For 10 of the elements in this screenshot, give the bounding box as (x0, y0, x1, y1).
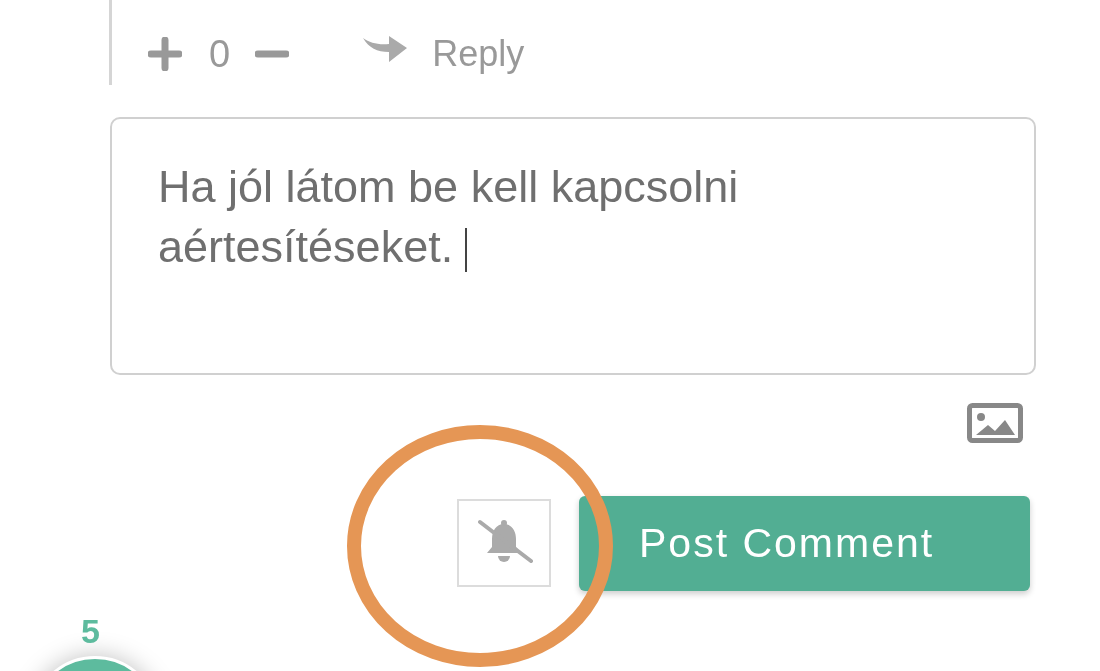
image-upload-button[interactable] (966, 402, 1024, 444)
badge-count: 5 (81, 614, 100, 648)
comment-field[interactable]: Ha jól látom be kell kapcsolni aértesítéseket. (110, 117, 1036, 375)
notification-toggle[interactable] (457, 499, 551, 587)
image-icon (967, 403, 1023, 443)
plus-icon (148, 36, 182, 71)
vote-score: 0 (209, 34, 231, 73)
reply-button[interactable]: Reply (362, 35, 525, 72)
minus-icon (255, 48, 290, 59)
post-comment-button[interactable]: Post Comment (579, 496, 1030, 591)
